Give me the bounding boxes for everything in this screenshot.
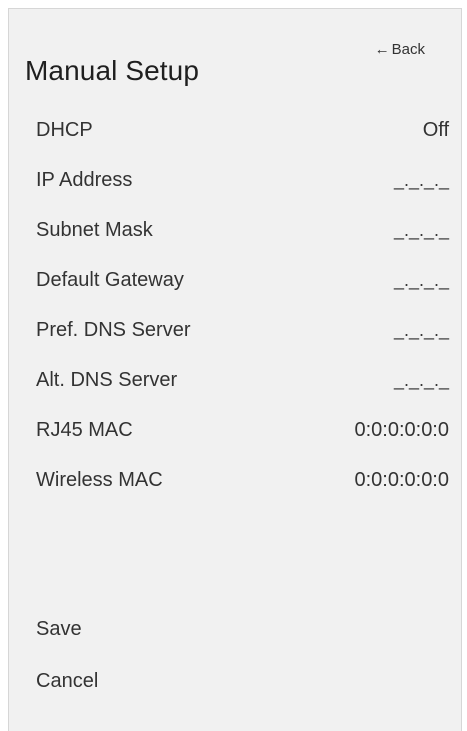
cancel-button[interactable]: Cancel: [36, 670, 98, 693]
setting-label: IP Address: [36, 168, 133, 191]
arrow-left-icon: ←: [374, 41, 390, 58]
setting-value: _._._._: [393, 219, 449, 240]
setting-row-subnet-mask[interactable]: Subnet Mask _._._._: [9, 212, 461, 248]
setting-value: 0:0:0:0:0:0: [354, 468, 449, 491]
save-button[interactable]: Save: [36, 618, 82, 641]
setting-value: _._._._: [393, 269, 449, 290]
back-button[interactable]: ← Back: [375, 41, 425, 58]
setting-label: RJ45 MAC: [36, 418, 133, 441]
setting-row-alt-dns-server[interactable]: Alt. DNS Server _._._._: [9, 362, 461, 398]
back-button-label: Back: [391, 41, 425, 58]
setting-label: Pref. DNS Server: [36, 318, 191, 341]
manual-setup-panel: Manual Setup ← Back DHCP Off IP Address …: [8, 8, 462, 731]
page-title: Manual Setup: [25, 55, 199, 86]
setting-value: _._._._: [393, 369, 449, 390]
setting-value: _._._._: [393, 319, 449, 340]
setting-row-ip-address[interactable]: IP Address _._._._: [9, 162, 461, 198]
setting-label: Wireless MAC: [36, 468, 163, 491]
setting-label: Default Gateway: [36, 268, 184, 291]
setting-row-rj45-mac[interactable]: RJ45 MAC 0:0:0:0:0:0: [9, 412, 461, 448]
setting-row-default-gateway[interactable]: Default Gateway _._._._: [9, 262, 461, 298]
setting-value: Off: [422, 118, 449, 141]
setting-label: DHCP: [36, 118, 93, 141]
setting-row-wireless-mac[interactable]: Wireless MAC 0:0:0:0:0:0: [9, 462, 461, 498]
setting-label: Subnet Mask: [36, 218, 153, 241]
setting-value: 0:0:0:0:0:0: [354, 418, 449, 441]
setting-row-pref-dns-server[interactable]: Pref. DNS Server _._._._: [9, 312, 461, 348]
setting-row-dhcp[interactable]: DHCP Off: [9, 112, 461, 148]
setting-value: _._._._: [393, 169, 449, 190]
setting-label: Alt. DNS Server: [36, 368, 178, 391]
